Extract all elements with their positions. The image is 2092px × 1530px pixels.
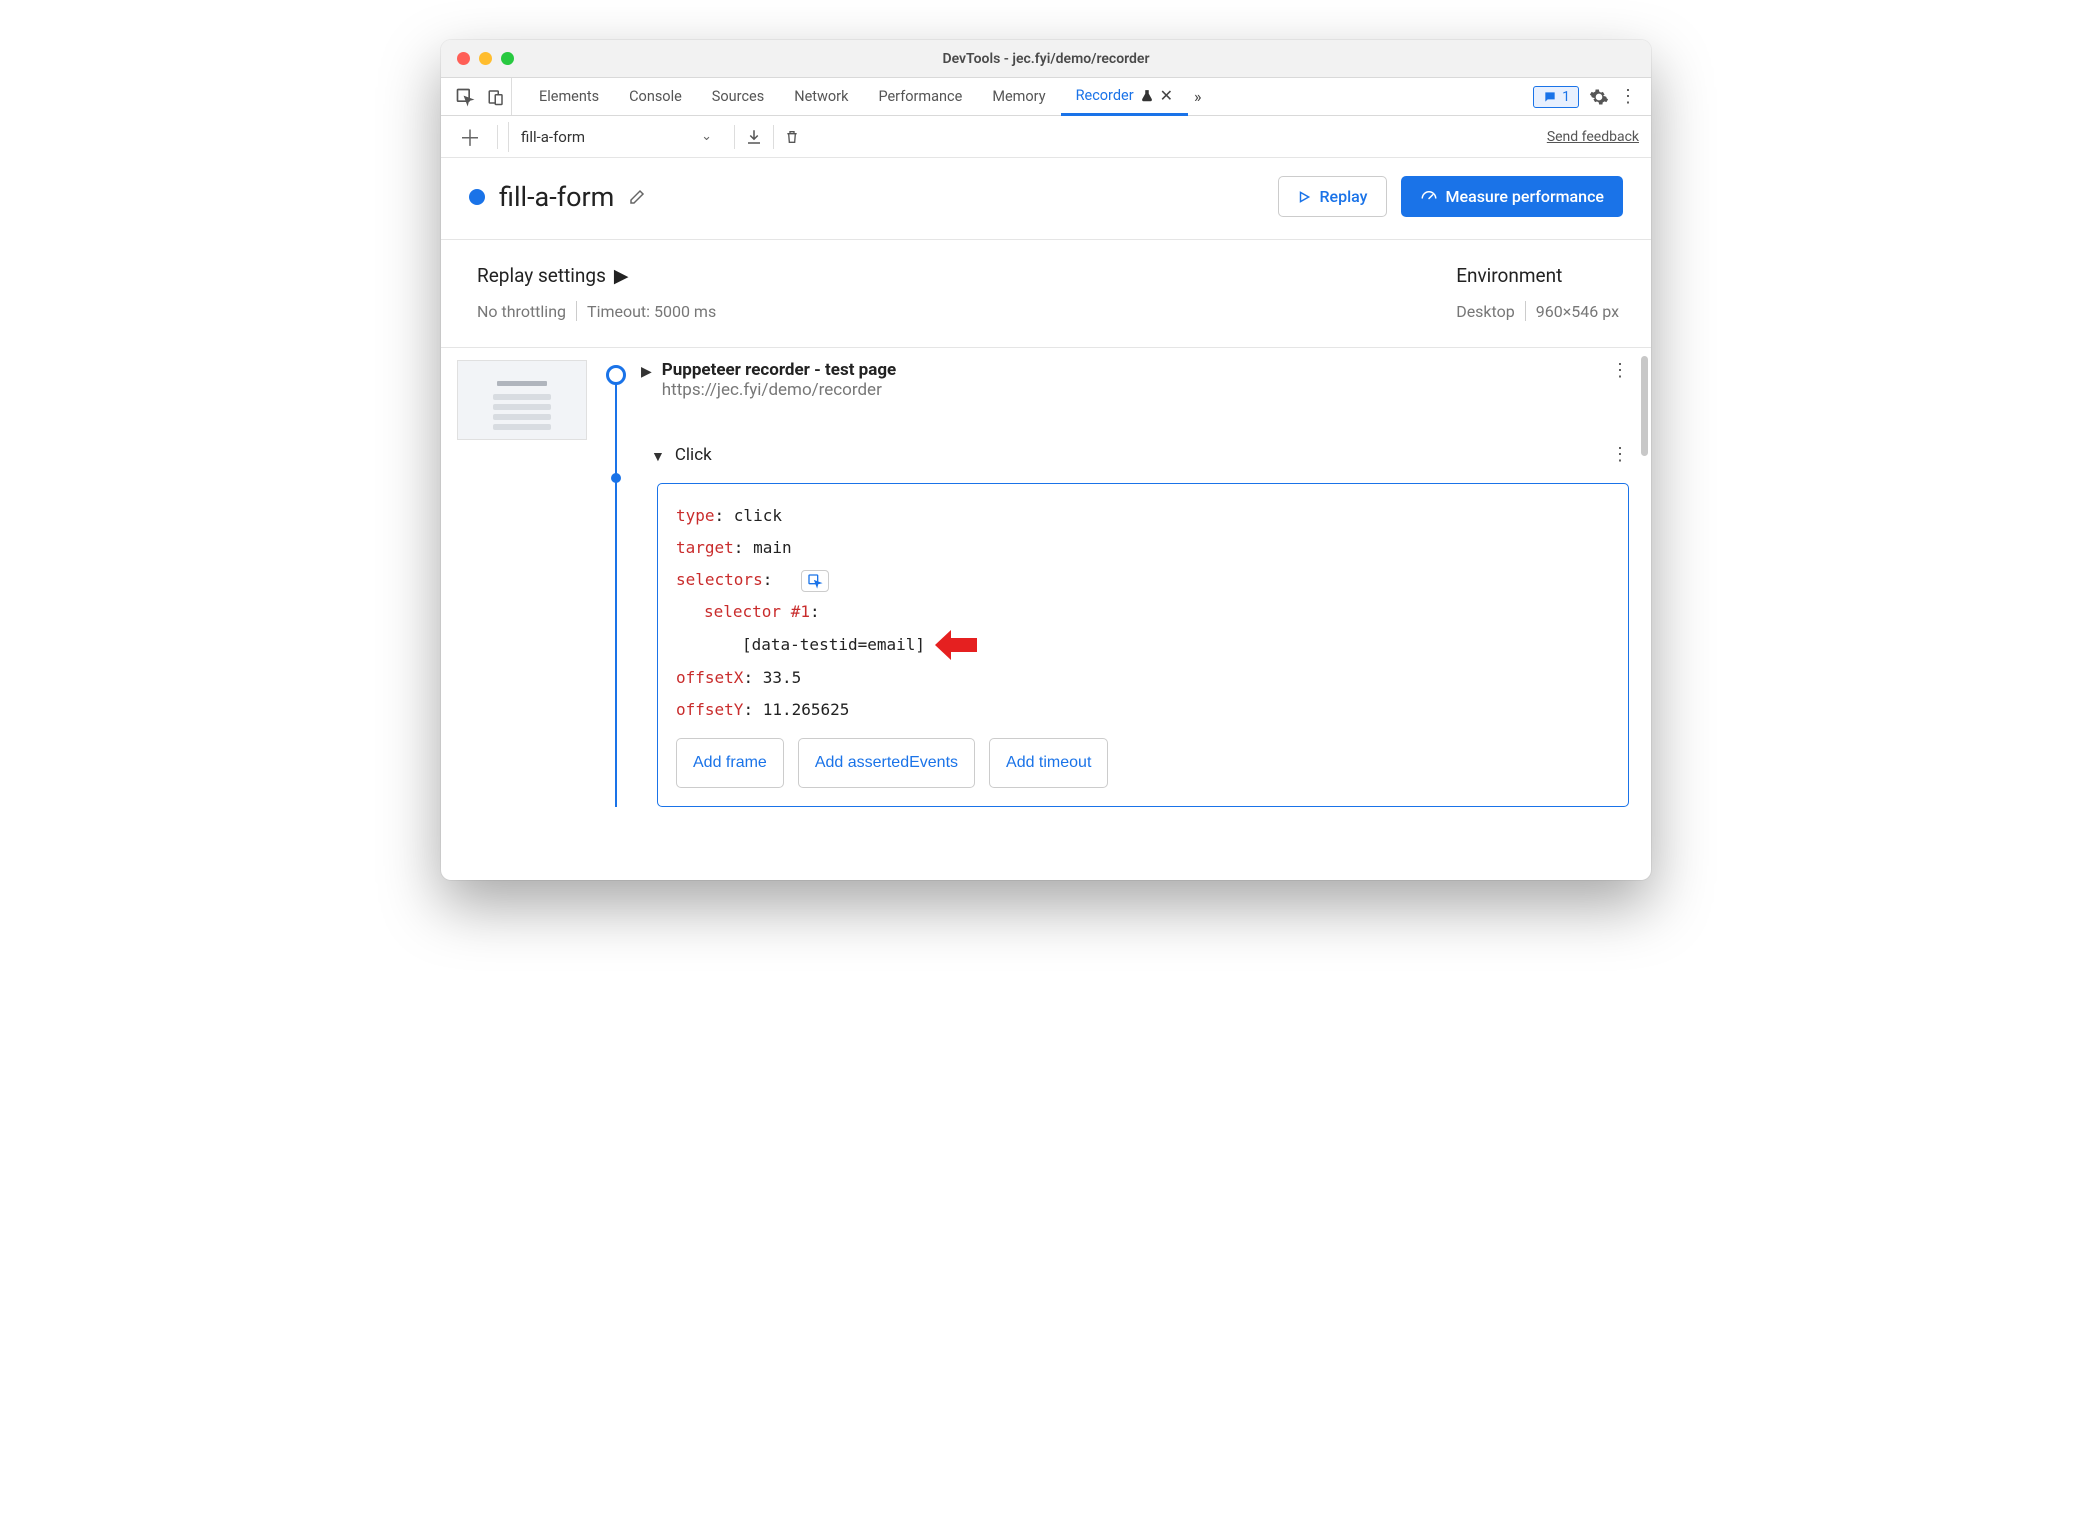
step-details-panel: type: click target: main selectors: sele…: [657, 483, 1629, 807]
titlebar: DevTools - jec.fyi/demo/recorder: [441, 40, 1651, 78]
new-recording-button[interactable]: ＋: [453, 121, 487, 153]
step-marker-icon: [606, 365, 626, 385]
more-tabs-icon[interactable]: »: [1188, 87, 1208, 106]
recording-header: fill-a-form Replay Measure performance: [441, 158, 1651, 240]
chevron-right-icon: ▶: [614, 264, 629, 287]
recording-dropdown[interactable]: fill-a-form ⌄: [508, 122, 724, 152]
step-1-url: https://jec.fyi/demo/recorder: [662, 380, 896, 400]
tab-performance[interactable]: Performance: [863, 78, 977, 115]
viewport-value: 960×546 px: [1536, 302, 1619, 321]
tab-console[interactable]: Console: [614, 78, 697, 115]
settings-icon[interactable]: [1589, 87, 1609, 107]
steps-column: ▶ Puppeteer recorder - test page https:/…: [591, 348, 1651, 880]
selector-picker-icon[interactable]: [801, 570, 829, 592]
edit-title-icon[interactable]: [628, 188, 646, 206]
tab-sources[interactable]: Sources: [697, 78, 779, 115]
device-value: Desktop: [1456, 302, 1515, 321]
experiment-icon: [1140, 89, 1154, 103]
chevron-right-icon[interactable]: ▶: [641, 364, 652, 380]
step-kebab-icon[interactable]: ⋮: [1611, 360, 1629, 381]
prop-key: type: [676, 506, 715, 525]
replay-settings-detail: No throttling Timeout: 5000 ms: [477, 301, 716, 321]
step-thumbnail[interactable]: [457, 360, 587, 440]
devtools-window: DevTools - jec.fyi/demo/recorder Element…: [441, 40, 1651, 880]
step-2-title: Click: [675, 445, 712, 465]
step-1-header[interactable]: ▶ Puppeteer recorder - test page https:/…: [641, 360, 1629, 400]
tab-elements[interactable]: Elements: [524, 78, 614, 115]
kebab-menu-icon[interactable]: ⋮: [1619, 86, 1637, 107]
tabs-bar: Elements Console Sources Network Perform…: [441, 78, 1651, 116]
environment-detail: Desktop 960×546 px: [1456, 301, 1619, 321]
step-2-header[interactable]: ▼ Click ⋮: [651, 444, 1629, 465]
prop-key: offsetX: [676, 668, 743, 687]
step-dot-icon: [611, 473, 621, 483]
close-tab-icon[interactable]: ✕: [1160, 86, 1173, 105]
messages-badge[interactable]: 1: [1533, 86, 1579, 108]
thumbnail-column: [441, 348, 591, 880]
tabs-list: Elements Console Sources Network Perform…: [524, 78, 1527, 115]
replay-button[interactable]: Replay: [1278, 176, 1386, 217]
add-frame-button[interactable]: Add frame: [676, 738, 784, 788]
delete-icon[interactable]: [784, 128, 800, 146]
status-dot-icon: [469, 189, 485, 205]
prop-key: selectors: [676, 570, 763, 589]
add-asserted-events-button[interactable]: Add assertedEvents: [798, 738, 975, 788]
tab-network[interactable]: Network: [779, 78, 863, 115]
step-kebab-icon[interactable]: ⋮: [1611, 444, 1629, 465]
steps-area: ▶ Puppeteer recorder - test page https:/…: [441, 348, 1651, 880]
throttling-value: No throttling: [477, 302, 566, 321]
device-toggle-icon[interactable]: [487, 87, 505, 107]
add-timeout-button[interactable]: Add timeout: [989, 738, 1108, 788]
inspect-element-icon[interactable]: [455, 87, 475, 107]
send-feedback-link[interactable]: Send feedback: [1547, 129, 1639, 145]
export-icon[interactable]: [745, 128, 763, 146]
right-tools: 1 ⋮: [1533, 86, 1643, 108]
measure-performance-button[interactable]: Measure performance: [1401, 176, 1624, 217]
prop-key: offsetY: [676, 700, 743, 719]
settings-row: Replay settings ▶ No throttling Timeout:…: [441, 240, 1651, 348]
recorder-toolbar: ＋ fill-a-form ⌄ Send feedback: [441, 116, 1651, 158]
selector-value[interactable]: [data-testid=email]: [742, 629, 925, 661]
tab-recorder[interactable]: Recorder ✕: [1061, 79, 1188, 116]
timeout-value: Timeout: 5000 ms: [587, 302, 716, 321]
prop-key: target: [676, 538, 734, 557]
chevron-down-icon[interactable]: ▼: [651, 448, 665, 465]
chevron-down-icon: ⌄: [701, 129, 712, 144]
step-1-title: Puppeteer recorder - test page: [662, 360, 896, 380]
window-title: DevTools - jec.fyi/demo/recorder: [441, 51, 1651, 67]
tab-memory[interactable]: Memory: [977, 78, 1060, 115]
environment-heading: Environment: [1456, 264, 1562, 287]
prop-key: selector #1: [704, 602, 810, 621]
replay-settings-heading[interactable]: Replay settings ▶: [477, 264, 716, 287]
scrollbar[interactable]: [1641, 356, 1648, 456]
timeline: ▶ Puppeteer recorder - test page https:/…: [605, 360, 1629, 807]
recording-title: fill-a-form: [499, 181, 614, 213]
arrow-annotation-icon: [933, 628, 977, 662]
